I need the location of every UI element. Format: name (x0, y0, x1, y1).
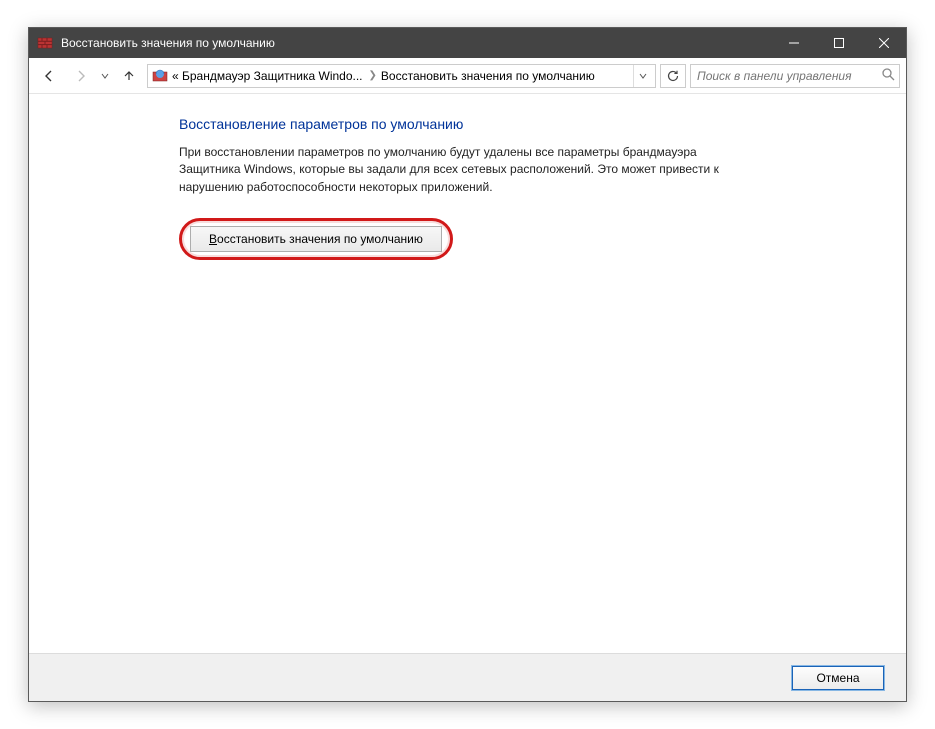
chevron-right-icon: ❯ (369, 70, 377, 81)
recent-locations-dropdown[interactable] (99, 69, 111, 83)
address-box[interactable]: « Брандмауэр Защитника Windo... ❯ Восста… (147, 64, 656, 88)
search-box[interactable] (690, 64, 900, 88)
address-bar-row: « Брандмауэр Защитника Windo... ❯ Восста… (29, 58, 906, 94)
highlight-ring: Восстановить значения по умолчанию (179, 218, 453, 260)
footer-bar: Отмена (29, 653, 906, 701)
back-button[interactable] (35, 62, 63, 90)
close-button[interactable] (861, 28, 906, 58)
breadcrumb-segment-2[interactable]: Восстановить значения по умолчанию (381, 69, 595, 83)
window-controls (771, 28, 906, 58)
search-icon (881, 67, 895, 84)
titlebar: Восстановить значения по умолчанию (29, 28, 906, 58)
breadcrumb-text: Восстановить значения по умолчанию (381, 69, 595, 83)
window-title: Восстановить значения по умолчанию (61, 36, 275, 50)
breadcrumb-segment-1[interactable]: « Брандмауэр Защитника Windo... ❯ (172, 69, 377, 83)
page-description: При восстановлении параметров по умолчан… (179, 144, 719, 196)
refresh-button[interactable] (660, 64, 686, 88)
search-input[interactable] (695, 68, 881, 84)
up-button[interactable] (115, 62, 143, 90)
minimize-button[interactable] (771, 28, 816, 58)
firewall-icon (37, 35, 53, 51)
address-dropdown[interactable] (633, 65, 651, 87)
forward-button[interactable] (67, 62, 95, 90)
page-heading: Восстановление параметров по умолчанию (179, 116, 878, 132)
content-area: Восстановление параметров по умолчанию П… (29, 94, 906, 653)
maximize-button[interactable] (816, 28, 861, 58)
cancel-button[interactable]: Отмена (792, 666, 884, 690)
restore-defaults-button[interactable]: Восстановить значения по умолчанию (190, 226, 442, 252)
window-frame: Восстановить значения по умолчанию (28, 27, 907, 702)
breadcrumb-text: « Брандмауэр Защитника Windo... (172, 69, 363, 83)
firewall-icon (152, 68, 168, 84)
